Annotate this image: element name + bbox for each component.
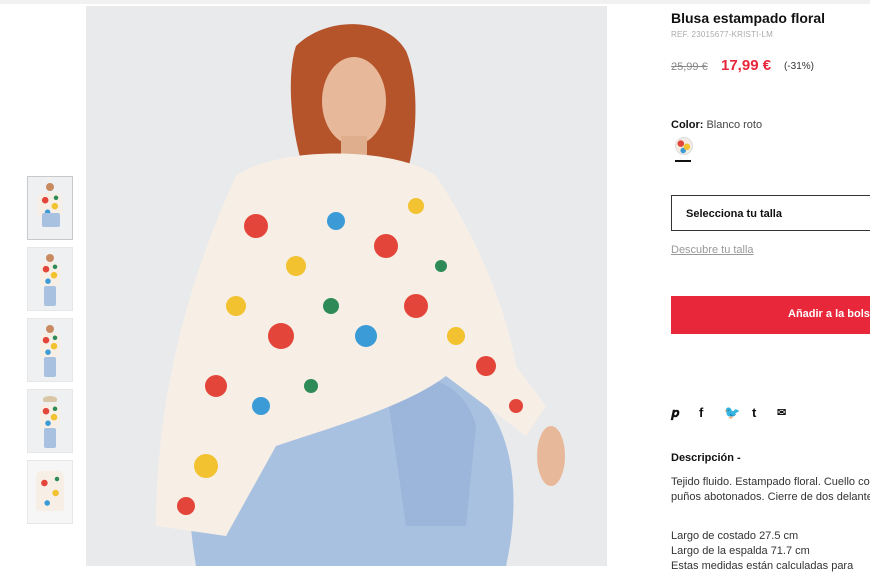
thumbnail-shirt [36, 471, 64, 511]
color-label: Color: [671, 119, 704, 131]
description-line: Largo de la espalda 71.7 cm [671, 545, 810, 557]
thumbnail-gallery [27, 176, 73, 531]
product-title: Blusa estampado floral [671, 10, 826, 26]
thumbnail-5[interactable] [27, 460, 73, 524]
thumbnail-figure [43, 396, 57, 402]
sale-price: 17,99 € [721, 57, 772, 74]
email-icon[interactable]: ✉ [777, 405, 786, 421]
thumbnail-pants [44, 286, 56, 306]
thumbnail-figure [46, 183, 54, 191]
product-main-image[interactable] [86, 6, 607, 566]
color-row: Color: Blanco roto [671, 119, 762, 131]
twitter-icon[interactable]: 🐦 [724, 405, 740, 421]
thumbnail-1[interactable] [27, 176, 73, 240]
thumbnail-pants [44, 357, 56, 377]
thumbnail-3[interactable] [27, 318, 73, 382]
original-price: 25,99 € [671, 61, 708, 73]
product-photo [86, 6, 607, 566]
description-title: Descripción - [671, 452, 741, 464]
size-select[interactable]: Selecciona tu talla [671, 195, 870, 231]
thumbnail-figure [46, 325, 54, 333]
color-value: Blanco roto [706, 119, 763, 131]
description-line: Estas medidas están calculadas para [671, 560, 854, 572]
color-swatch[interactable] [675, 137, 693, 155]
thumbnail-shirt [40, 404, 60, 428]
discount-badge: (-31%) [784, 61, 815, 72]
description-text: Tejido fluido. Estampado floral. Cuello … [671, 476, 870, 503]
thumbnail-4[interactable] [27, 389, 73, 453]
description-line: Largo de costado 27.5 cm [671, 530, 799, 542]
tumblr-icon[interactable]: t [752, 405, 756, 421]
thumbnail-pants [44, 428, 56, 448]
thumbnail-pants [42, 213, 60, 227]
pinterest-icon[interactable]: 𝒑 [671, 405, 679, 421]
thumbnail-shirt [40, 333, 60, 357]
thumbnail-figure [46, 254, 54, 262]
top-divider [0, 0, 870, 4]
add-to-bag-button[interactable]: Añadir a la bolsa [671, 296, 870, 334]
thumbnail-2[interactable] [27, 247, 73, 311]
product-reference: REF. 23015677-KRISTI-LM [671, 30, 773, 39]
swatch-selected-indicator [675, 160, 691, 162]
size-guide-link[interactable]: Descubre tu talla [671, 244, 754, 256]
thumbnail-shirt [40, 262, 60, 286]
facebook-icon[interactable]: f [699, 405, 703, 421]
